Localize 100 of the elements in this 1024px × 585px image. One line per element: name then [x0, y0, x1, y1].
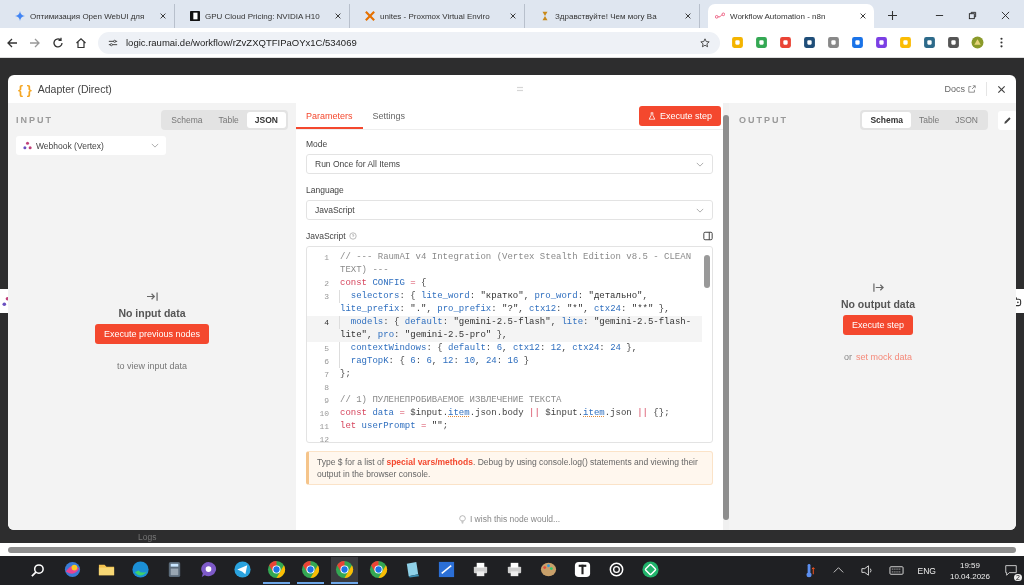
app-icon [539, 560, 558, 579]
app-icon [301, 560, 320, 579]
view-tab[interactable]: JSON [246, 112, 286, 128]
arrow-to-bar-icon [145, 291, 159, 302]
select-field[interactable]: Run Once for All Items [306, 154, 713, 174]
line-number: 1 [323, 252, 330, 264]
code-line: selectors: { lite_word: "кратко", pro_word: "детально", lite_prefix: ".", pro_prefix: "?", ctx12: "*", ctx24: "**" }, [340, 290, 671, 316]
app-icon [505, 560, 524, 579]
execute-step-button[interactable]: Execute step [638, 106, 721, 126]
select-field[interactable]: JavaScript [306, 200, 713, 220]
extension-icon[interactable] [923, 36, 936, 49]
flask-icon [647, 112, 656, 120]
app-icon [267, 560, 286, 579]
line-number: 10 [318, 408, 330, 420]
close-icon[interactable] [684, 12, 692, 20]
app-icon [573, 560, 592, 579]
field-label: JavaScript [306, 231, 346, 241]
speaker-icon[interactable] [859, 563, 875, 578]
line-number: 11 [318, 421, 330, 433]
reload-icon[interactable] [52, 36, 64, 49]
app-icon [369, 560, 388, 579]
clock[interactable]: 19:59 10.04.2026 [949, 559, 990, 582]
code-line: }; [340, 368, 352, 381]
hint-text: Type $ for a list of special vars/methods. Debug by using console.log() statements and viewing their output in the browser console. [306, 451, 713, 485]
scrollbar[interactable] [8, 546, 1016, 553]
code-line: // 1) ПУЛЕНЕПРОБИВАЕМОЕ ИЗВЛЕЧЕНИЕ ТЕКСТА [340, 394, 563, 407]
browser-tab[interactable]: Workflow Automation - n8n [708, 4, 874, 28]
special-vars-link[interactable]: special vars/methods [386, 457, 473, 467]
line-number: 8 [323, 382, 330, 394]
close-icon[interactable] [159, 12, 167, 20]
scrollbar[interactable] [704, 255, 710, 288]
app-icon [607, 560, 626, 579]
close-icon[interactable] [1001, 11, 1010, 20]
line-number: 3 [323, 291, 330, 303]
home-icon[interactable] [75, 36, 87, 49]
view-tab[interactable]: Table [911, 112, 948, 128]
address-bar[interactable]: logic.raumai.de/workflow/rZvZXQTFIPaOYx1C/534069 [98, 31, 720, 54]
close-icon[interactable] [334, 12, 342, 20]
chevron-icon [151, 143, 159, 148]
line-number: 7 [323, 369, 330, 381]
app-icon [199, 560, 218, 579]
feedback-link[interactable]: I wish this node would... [469, 514, 561, 524]
code-icon: { } [18, 81, 32, 97]
panel-heading: OUTPUT [739, 115, 788, 125]
taskbar-app[interactable] [331, 557, 358, 584]
app-icon [63, 560, 82, 579]
favicon-icon [15, 11, 25, 21]
close-icon[interactable] [997, 84, 1006, 94]
scrollbar[interactable] [723, 115, 729, 520]
edit-button[interactable] [998, 110, 1016, 130]
pencil-icon [1003, 115, 1012, 125]
favicon-icon [365, 11, 375, 21]
extension-icon[interactable] [875, 36, 888, 49]
view-tab[interactable]: Schema [163, 112, 211, 128]
view-tab[interactable]: Table [210, 112, 247, 128]
lightbulb-icon [458, 514, 466, 524]
panel-toggle-icon[interactable] [703, 231, 713, 241]
execute-previous-button[interactable]: Execute previous nodes [94, 324, 210, 344]
app-icon [131, 560, 150, 579]
search-icon[interactable] [30, 563, 45, 578]
code-line: ragTopK: { 6: 6, 12: 10, 24: 16 } [349, 355, 531, 368]
external-link-icon [968, 85, 976, 93]
new-tab-icon[interactable] [888, 11, 897, 20]
code-editor[interactable] [306, 246, 713, 443]
favicon-icon [540, 11, 550, 21]
view-tab[interactable]: JSON [947, 112, 986, 128]
extension-icon[interactable] [947, 36, 960, 49]
view-tab[interactable]: Schema [862, 112, 911, 128]
extension-icon[interactable] [779, 36, 792, 49]
node-title[interactable]: Adapter (Direct) [37, 83, 112, 95]
line-number: 9 [323, 395, 330, 407]
star-icon[interactable] [700, 37, 710, 48]
forward-icon[interactable] [29, 36, 41, 49]
back-icon[interactable] [6, 36, 18, 49]
keyboard-icon[interactable] [888, 563, 904, 578]
favicon-icon [190, 11, 200, 21]
empty-hint: to view input data [116, 361, 187, 371]
restore-icon[interactable] [968, 11, 977, 20]
close-icon[interactable] [859, 12, 867, 20]
extension-icon[interactable] [851, 36, 864, 49]
line-number: 5 [323, 343, 330, 355]
code-line: // --- RaumAI v4 Integration (Vertex Stealth Edition v8.5 - CLEAN TEXT) --- [340, 251, 693, 277]
editor-tab[interactable]: Parameters [296, 103, 363, 129]
source-dropdown[interactable]: Webhook (Vertex) [16, 136, 166, 155]
editor-tab[interactable]: Settings [362, 103, 416, 129]
code-line: contextWindows: { default: 6, ctx12: 12, ctx24: 24 }, [349, 342, 639, 355]
code-line: models: { default: "gemini-2.5-flash", lite: "gemini-2.5-flash-lite", pro: "gemini-2.5-pro" }, [340, 316, 693, 342]
profile-icon[interactable] [971, 36, 984, 49]
chevron-icon [696, 207, 704, 213]
site-settings-icon[interactable] [108, 37, 118, 48]
docs-link[interactable]: Docs [944, 84, 976, 94]
execute-step-button[interactable]: Execute step [843, 315, 913, 335]
close-icon[interactable] [509, 12, 517, 20]
code-line: const data = $input.item.json.body || $input.item.json || {}; [340, 407, 671, 420]
extension-icon[interactable] [803, 36, 816, 49]
language-indicator[interactable]: ENG [917, 565, 936, 576]
webhook-icon [23, 141, 32, 150]
app-icon [437, 560, 456, 579]
line-number: 4 [323, 317, 330, 329]
drag-handle-icon[interactable] [515, 86, 524, 92]
